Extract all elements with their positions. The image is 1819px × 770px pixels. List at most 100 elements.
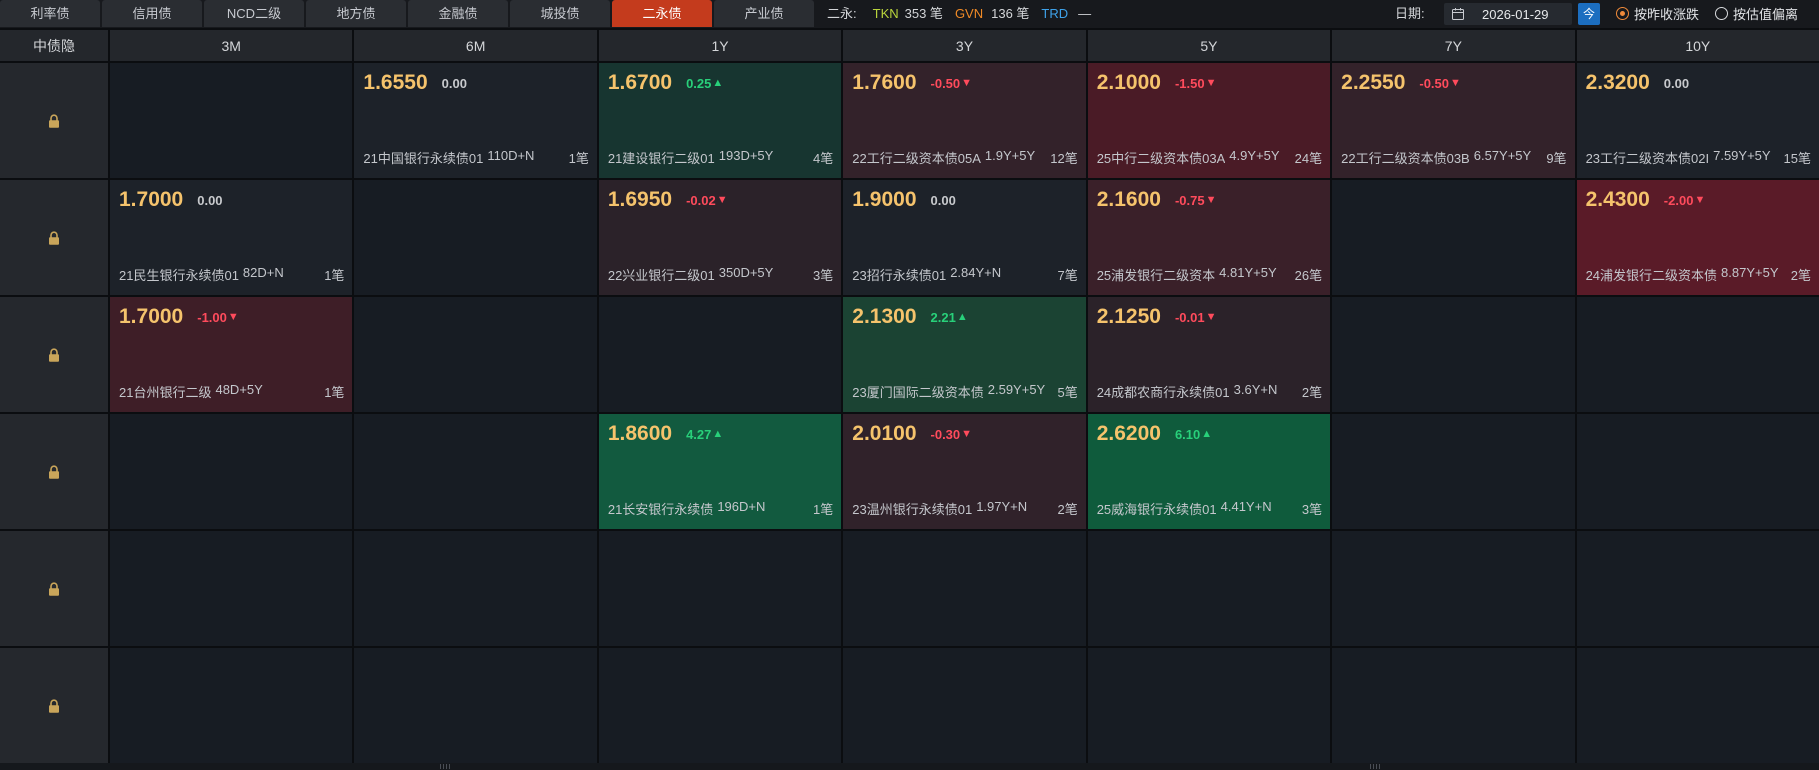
quote-cell[interactable]: 2.1600 -0.75 ▼ 25浦发银行二级资本 4.81Y+5Y 26笔 [1087, 180, 1331, 295]
quote-cell[interactable]: 1.6550 0.00 21中国银行永续债01 110D+N 1笔 [354, 63, 597, 178]
bond-name: 24浦发银行二级资本债 [1585, 268, 1718, 283]
lock-icon[interactable] [48, 230, 60, 245]
date-value[interactable]: 2026-01-29 [1482, 7, 1549, 22]
quote-header: 1.9000 0.00 [852, 188, 956, 212]
change-value: -0.50 [1419, 75, 1450, 91]
row-lock-cell [0, 180, 108, 295]
splitter-grip-icon[interactable] [1370, 764, 1380, 769]
quote-cell[interactable]: 2.3200 0.00 23工行二级资本债02I 7.59Y+5Y 15笔 [1576, 63, 1819, 178]
quote-cell[interactable]: 1.7600 -0.50 ▼ 22工行二级资本债05A 1.9Y+5Y 12笔 [843, 63, 1086, 178]
tab-urban-investment-bonds[interactable]: 城投债 [510, 0, 610, 27]
quote-header: 1.7000 -1.00 ▼ [119, 305, 239, 329]
bond-name: 23厦门国际二级资本债 [852, 385, 984, 400]
radio-valuation-deviation[interactable]: 按估值偏离 [1715, 0, 1798, 27]
radio-prev-close-change[interactable]: 按昨收涨跌 [1616, 0, 1699, 27]
yield-change: 0.00 [197, 193, 222, 208]
tab-local-gov-bonds[interactable]: 地方债 [306, 0, 406, 27]
column-header-6m: 6M [354, 30, 597, 61]
quote-cell[interactable]: 2.1300 2.21 ▲ 23厦门国际二级资本债 2.59Y+5Y 5笔 [843, 297, 1086, 412]
trade-count: 1笔 [568, 151, 589, 166]
calendar-icon[interactable] [1451, 7, 1465, 21]
change-value: -1.50 [1174, 75, 1205, 91]
bond-term: 193D+5Y [718, 148, 774, 163]
empty-cell [843, 531, 1086, 646]
quote-cell[interactable]: 1.9000 0.00 23招行永续债01 2.84Y+N 7笔 [843, 180, 1086, 295]
tab-industrial-bonds[interactable]: 产业债 [714, 0, 814, 27]
lock-icon[interactable] [48, 581, 60, 596]
quote-header: 2.1250 -0.01 ▼ [1097, 305, 1217, 329]
empty-cell [1332, 180, 1575, 295]
empty-cell [1087, 648, 1331, 763]
gvn-label: GVN [954, 6, 984, 21]
trade-count: 12笔 [1050, 151, 1078, 166]
yield-price: 2.1300 [852, 305, 917, 328]
quote-cell[interactable]: 1.6700 0.25 ▲ 21建设银行二级01 193D+5Y 4笔 [598, 63, 842, 178]
yield-change: 6.10 ▲ [1175, 427, 1212, 442]
date-picker[interactable]: 2026-01-29 [1444, 3, 1572, 25]
quote-cell[interactable]: 2.2550 -0.50 ▼ 22工行二级资本债03B 6.57Y+5Y 9笔 [1332, 63, 1575, 178]
radio-circle-icon[interactable] [1616, 7, 1629, 20]
bond-info: 22兴业银行二级01 350D+5Y 3笔 [608, 265, 833, 284]
yield-change: 0.25 ▲ [686, 76, 723, 91]
quote-cell[interactable]: 2.0100 -0.30 ▼ 23温州银行永续债01 1.97Y+N 2笔 [843, 414, 1086, 529]
tab-financial-bonds[interactable]: 金融债 [408, 0, 508, 27]
empty-cell [110, 648, 353, 763]
quote-cell[interactable]: 1.8600 4.27 ▲ 21长安银行永续债 196D+N 1笔 [598, 414, 842, 529]
quote-header: 2.4300 -2.00 ▼ [1586, 188, 1706, 212]
empty-cell [354, 180, 597, 295]
trade-count: 2笔 [1057, 502, 1078, 517]
yield-price: 2.1250 [1096, 305, 1161, 328]
column-header-5y: 5Y [1087, 30, 1331, 61]
yield-price: 2.3200 [1585, 71, 1650, 94]
date-label: 日期: [1395, 6, 1425, 21]
trade-count: 1笔 [324, 268, 345, 283]
quote-cell[interactable]: 2.6200 6.10 ▲ 25威海银行永续债01 4.41Y+N 3笔 [1087, 414, 1331, 529]
bond-name: 21长安银行永续债 [607, 502, 714, 517]
bond-info: 25中行二级资本债03A 4.9Y+5Y 24笔 [1097, 148, 1322, 167]
tab-credit-bonds[interactable]: 信用债 [102, 0, 202, 27]
trade-count: 5笔 [1057, 385, 1078, 400]
change-value: -0.02 [686, 192, 716, 208]
quote-cell[interactable]: 1.7000 0.00 21民生银行永续债01 82D+N 1笔 [110, 180, 353, 295]
summary-label: 二永: [827, 6, 857, 21]
quote-cell[interactable]: 2.1000 -1.50 ▼ 25中行二级资本债03A 4.9Y+5Y 24笔 [1087, 63, 1331, 178]
lock-icon[interactable] [48, 347, 60, 362]
trd-label: TRD [1041, 6, 1069, 21]
quote-header: 1.7600 -0.50 ▼ [852, 71, 972, 95]
yield-price: 2.2550 [1341, 71, 1406, 94]
radio-label[interactable]: 按估值偏离 [1733, 4, 1798, 23]
bond-info: 21中国银行永续债01 110D+N 1笔 [363, 148, 588, 167]
tab-tier2-perpetual-bonds[interactable]: 二永债 [612, 0, 712, 27]
empty-cell [110, 531, 353, 646]
bond-info: 23厦门国际二级资本债 2.59Y+5Y 5笔 [852, 382, 1077, 401]
empty-cell [354, 531, 597, 646]
yield-change: 2.21 ▲ [931, 310, 968, 325]
quote-cell[interactable]: 1.7000 -1.00 ▼ 21台州银行二级 48D+5Y 1笔 [110, 297, 353, 412]
empty-cell [110, 414, 353, 529]
radio-circle-icon[interactable] [1715, 7, 1728, 20]
quote-cell[interactable]: 2.1250 -0.01 ▼ 24成都农商行永续债01 3.6Y+N 2笔 [1087, 297, 1331, 412]
lock-icon[interactable] [48, 698, 60, 713]
lock-icon[interactable] [48, 464, 60, 479]
empty-cell [1576, 297, 1819, 412]
quote-header: 2.2550 -0.50 ▼ [1341, 71, 1461, 95]
lock-icon[interactable] [48, 113, 60, 128]
down-arrow-icon: ▼ [1450, 77, 1461, 89]
quote-cell[interactable]: 2.4300 -2.00 ▼ 24浦发银行二级资本债 8.87Y+5Y 2笔 [1576, 180, 1819, 295]
yield-price: 2.0100 [852, 422, 917, 445]
radio-label[interactable]: 按昨收涨跌 [1634, 4, 1699, 23]
down-arrow-icon: ▼ [961, 77, 973, 89]
bond-term: 6.57Y+5Y [1473, 148, 1532, 163]
bond-name: 25中行二级资本债03A [1096, 151, 1226, 166]
today-button[interactable]: 今 [1578, 3, 1600, 25]
tab-rate-bonds[interactable]: 利率债 [0, 0, 100, 27]
splitter-grip-icon[interactable] [440, 764, 450, 769]
empty-cell [1332, 297, 1575, 412]
tab-ncd-tier2[interactable]: NCD二级 [204, 0, 304, 27]
up-arrow-icon: ▲ [712, 77, 724, 89]
change-value: 0.00 [197, 192, 223, 208]
quote-cell[interactable]: 1.6950 -0.02 ▼ 22兴业银行二级01 350D+5Y 3笔 [598, 180, 842, 295]
trade-count: 15笔 [1783, 151, 1811, 166]
bond-info: 24浦发银行二级资本债 8.87Y+5Y 2笔 [1586, 265, 1811, 284]
bond-name: 25浦发银行二级资本 [1096, 268, 1216, 283]
